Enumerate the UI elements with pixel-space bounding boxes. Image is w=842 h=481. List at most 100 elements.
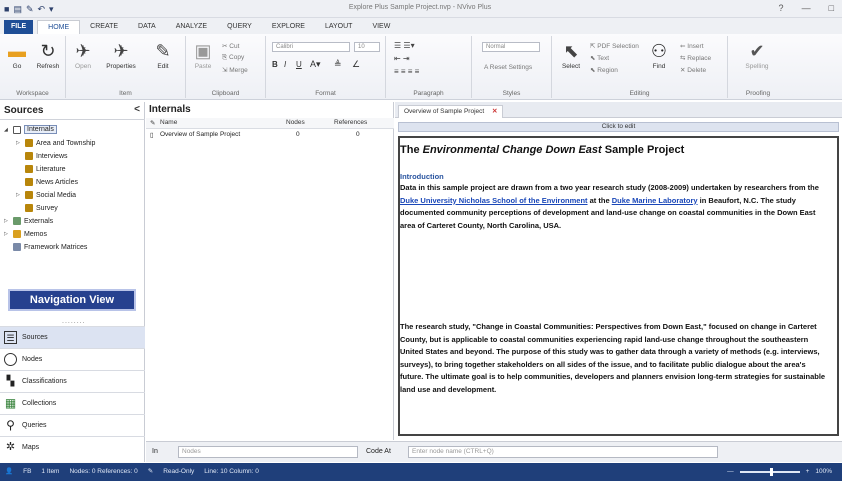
click-to-edit-bar[interactable]: Click to edit: [398, 122, 839, 132]
expand-arrow-icon[interactable]: ▷: [16, 140, 22, 146]
tree-item-interviews[interactable]: Interviews: [16, 152, 68, 160]
zoom-slider[interactable]: [739, 468, 800, 476]
list-view-title: Internals: [149, 104, 191, 115]
font-size-select[interactable]: 10: [354, 42, 380, 52]
tree-item-social-media[interactable]: ▷ Social Media: [16, 191, 76, 199]
tab-create[interactable]: CREATE: [80, 20, 128, 34]
expand-arrow-icon[interactable]: ▷: [16, 192, 22, 198]
clear-format-icon[interactable]: ∠: [352, 59, 360, 70]
user-icon: 👤: [5, 468, 14, 475]
pane-splitter[interactable]: ........: [62, 318, 86, 325]
collapse-pane-button[interactable]: <: [134, 104, 140, 115]
undo-icon[interactable]: ↶: [38, 3, 46, 15]
group-styles: Normal A Reset Settings Styles: [472, 36, 552, 98]
row-references: 0: [356, 131, 360, 138]
tab-explore[interactable]: EXPLORE: [262, 20, 315, 34]
bold-button[interactable]: B: [272, 60, 278, 69]
tab-home[interactable]: HOME: [37, 20, 81, 34]
copy-button[interactable]: ⎘ Copy: [222, 54, 244, 62]
tree-item-externals[interactable]: ▷ Externals: [4, 217, 53, 225]
column-name-header[interactable]: Name: [160, 119, 177, 126]
tree-item-area-and-township[interactable]: ▷ Area and Township: [16, 139, 95, 147]
reset-settings-button[interactable]: A Reset Settings: [484, 64, 532, 71]
tree-item-framework-matrices[interactable]: Framework Matrices: [4, 243, 87, 251]
document-tab[interactable]: Overview of Sample Project ✕: [398, 105, 504, 118]
in-nodes-select[interactable]: Nodes: [178, 446, 358, 458]
align-icon[interactable]: ≡ ≡ ≡ ≡: [394, 67, 419, 76]
folder-icon: [25, 152, 33, 160]
refresh-icon: ↻: [40, 41, 56, 61]
pen-icon[interactable]: ✎: [26, 3, 34, 15]
nav-button-queries[interactable]: ⚲ Queries: [0, 414, 145, 436]
nav-button-classifications[interactable]: ▚ Classifications: [0, 370, 145, 392]
replace-button[interactable]: ⇆ Replace: [680, 54, 711, 62]
tab-analyze[interactable]: ANALYZE: [166, 20, 217, 34]
layout-icon[interactable]: ▤: [13, 3, 22, 15]
italic-button[interactable]: I: [284, 60, 286, 69]
tree-item-internals[interactable]: ◢ Internals: [4, 125, 57, 134]
open-button[interactable]: ✈ Open: [68, 40, 98, 70]
maximize-button[interactable]: □: [829, 3, 834, 13]
window-title: Explore Plus Sample Project.nvp - NVivo …: [348, 4, 492, 11]
insert-button[interactable]: ⇐ Insert: [680, 42, 704, 50]
region-button[interactable]: ⬉ Region: [590, 66, 618, 74]
zoom-slider-thumb[interactable]: [769, 468, 773, 476]
expand-arrow-icon[interactable]: ▷: [4, 218, 10, 224]
select-button[interactable]: ⬉ Select: [556, 40, 586, 70]
nav-button-sources[interactable]: ☰ Sources: [0, 326, 145, 348]
nav-button-maps[interactable]: ✲ Maps: [0, 436, 145, 458]
style-select[interactable]: Normal: [482, 42, 540, 52]
help-button[interactable]: ?: [779, 3, 784, 13]
table-row[interactable]: ▯ Overview of Sample Project 0 0: [146, 130, 394, 141]
tab-data[interactable]: DATA: [128, 20, 166, 34]
go-button[interactable]: ▬ Go: [2, 40, 32, 70]
expand-arrow-icon[interactable]: ◢: [4, 127, 10, 133]
tree-item-survey[interactable]: Survey: [16, 204, 58, 212]
tree-item-news-articles[interactable]: News Articles: [16, 178, 78, 186]
tab-layout[interactable]: LAYOUT: [315, 20, 363, 34]
code-at-input[interactable]: Enter node name (CTRL+Q): [408, 446, 718, 458]
chevron-down-icon[interactable]: ▾: [49, 3, 54, 15]
highlight-icon[interactable]: ≜: [334, 59, 342, 70]
classifications-icon: ▚: [6, 376, 15, 387]
tree-item-literature[interactable]: Literature: [16, 165, 66, 173]
nav-button-collections[interactable]: ▦ Collections: [0, 392, 145, 414]
expand-arrow-icon[interactable]: ▷: [4, 231, 10, 237]
font-color-icon[interactable]: A▾: [310, 59, 321, 70]
tree-item-memos[interactable]: ▷ Memos: [4, 230, 47, 238]
underline-button[interactable]: U: [296, 60, 302, 69]
cut-button[interactable]: ✂ Cut: [222, 42, 239, 50]
find-button[interactable]: ⚇ Find: [644, 40, 674, 70]
zoom-out-button[interactable]: —: [727, 463, 734, 481]
column-nodes-header[interactable]: Nodes: [286, 119, 305, 126]
link-nicholas-school[interactable]: Duke University Nicholas School of the E…: [400, 196, 588, 205]
column-references-header[interactable]: References: [334, 119, 367, 126]
paste-button[interactable]: ▣ Paste: [188, 40, 218, 70]
close-icon[interactable]: ✕: [492, 108, 497, 115]
zoom-in-button[interactable]: +: [806, 463, 810, 481]
edit-button[interactable]: ✎ Edit: [148, 40, 178, 70]
status-bar: 👤 FB 1 Item Nodes: 0 References: 0 ✎ Rea…: [0, 463, 842, 481]
refresh-button[interactable]: ↻ Refresh: [33, 40, 63, 70]
minimize-button[interactable]: —: [802, 3, 811, 13]
list-icon[interactable]: ☰ ☰▾: [394, 41, 415, 50]
properties-button[interactable]: ✈ Properties: [106, 40, 136, 70]
text-button[interactable]: ⬉ Text: [590, 54, 609, 62]
merge-button[interactable]: ⇲ Merge: [222, 66, 248, 74]
indent-icon[interactable]: ⇤ ⇥: [394, 54, 410, 63]
group-item: ✈ Open ✈ Properties ✎ Edit Item: [66, 36, 186, 98]
spelling-button[interactable]: ✔ Spelling: [742, 40, 772, 70]
paragraph-research-study: The research study, "Change in Coastal C…: [400, 322, 826, 394]
font-name-select[interactable]: Calibri: [272, 42, 350, 52]
document-icon: ▯: [150, 132, 154, 139]
collections-icon: ▦: [4, 396, 17, 410]
tab-query[interactable]: QUERY: [217, 20, 262, 34]
pdf-selection-button[interactable]: ⇱ PDF Selection: [590, 42, 639, 50]
nav-button-nodes[interactable]: Nodes: [0, 348, 145, 370]
save-icon[interactable]: ■: [4, 3, 9, 15]
tab-view[interactable]: VIEW: [362, 20, 400, 34]
link-duke-marine-lab[interactable]: Duke Marine Laboratory: [612, 196, 698, 205]
delete-button[interactable]: ✕ Delete: [680, 66, 706, 74]
status-nodes-references: Nodes: 0 References: 0: [69, 468, 138, 475]
tab-file[interactable]: FILE: [4, 20, 34, 34]
